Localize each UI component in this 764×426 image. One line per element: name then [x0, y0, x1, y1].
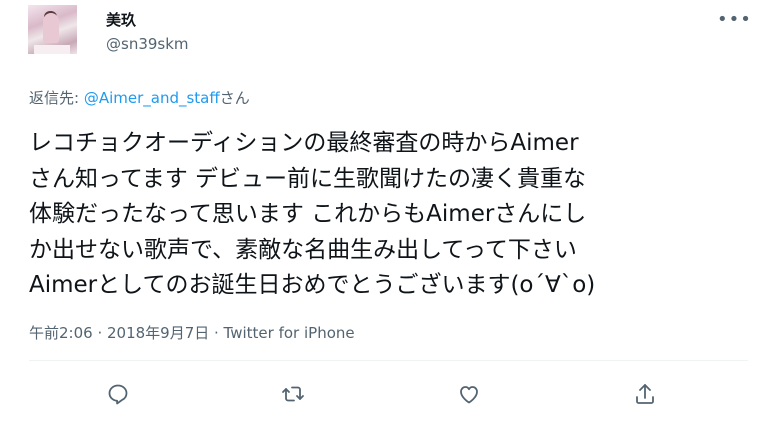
avatar-figure	[43, 13, 59, 43]
retweet-button[interactable]	[281, 382, 307, 408]
more-options-button[interactable]: •••	[717, 9, 752, 30]
reply-icon	[108, 384, 128, 405]
tweet-text: レコチョクオーディションの最終審査の時からAimer さん知ってます デビュー前…	[29, 130, 596, 298]
reply-to-suffix: さん	[219, 89, 250, 107]
more-horizontal-icon: •••	[717, 9, 752, 30]
like-button[interactable]	[457, 382, 483, 408]
reply-to-mention[interactable]: @Aimer_and_staff	[84, 89, 220, 107]
tweet-timestamp-source[interactable]: 午前2:06 · 2018年9月7日 · Twitter for iPhone	[29, 322, 355, 343]
retweet-icon	[282, 386, 304, 402]
reply-button[interactable]	[106, 382, 132, 408]
avatar[interactable]	[28, 5, 77, 54]
avatar-base	[34, 45, 70, 54]
reply-to-line: 返信先: @Aimer_and_staffさん	[29, 87, 250, 108]
username[interactable]: @sn39skm	[106, 35, 189, 53]
reply-to-prefix: 返信先:	[29, 89, 84, 107]
share-icon	[636, 384, 654, 404]
divider	[29, 360, 748, 361]
share-button[interactable]	[633, 382, 659, 408]
display-name[interactable]: 美玖	[106, 9, 136, 30]
like-icon	[460, 386, 478, 404]
